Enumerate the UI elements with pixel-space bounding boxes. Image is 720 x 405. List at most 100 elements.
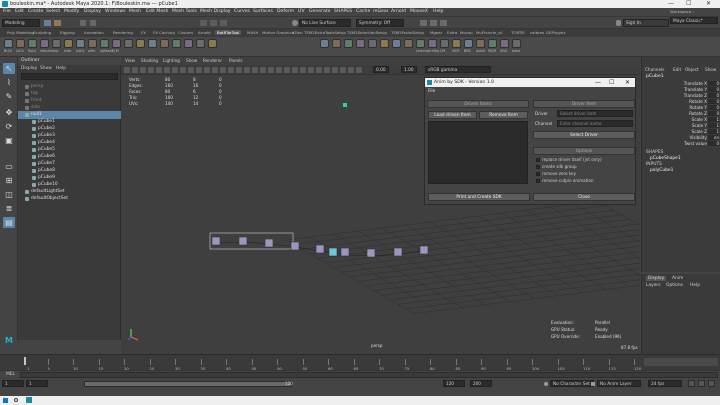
viewport-tool-icon[interactable] (308, 67, 314, 73)
print-and-create-sdk-button[interactable]: Print and Create SDK (428, 193, 530, 201)
dialog-close-button[interactable]: Close (533, 193, 635, 201)
viewport-tool-icon[interactable] (292, 67, 298, 73)
snap-curve-icon[interactable] (210, 20, 217, 26)
shelf-tool-icon[interactable] (4, 39, 13, 48)
shelf-tool-icon[interactable] (356, 39, 365, 48)
shelf-tab[interactable]: FX Caching (153, 30, 175, 35)
snap-point-icon[interactable] (220, 20, 227, 26)
character-set-dropdown[interactable]: No Character Set (550, 380, 594, 387)
shelf-tool-icon[interactable] (380, 39, 389, 48)
shelf-tool-icon[interactable] (512, 39, 521, 48)
channel-value[interactable]: 0 (708, 99, 719, 104)
layout-graph-icon[interactable]: ▤ (3, 217, 15, 228)
menu-mesh-tools[interactable]: Mesh Tools (172, 9, 197, 14)
viewport-tool-icon[interactable] (220, 67, 226, 73)
outliner-item[interactable]: defaultObjectSet (18, 195, 121, 203)
open-icon[interactable] (54, 20, 61, 26)
time-slider[interactable]: 5 10 15 20 25 30 35 40 45 50 55 60 65 70 75 80 85 90 95 100… (0, 354, 720, 371)
dialog-close-icon[interactable]: ✕ (625, 78, 630, 87)
mel-input[interactable] (20, 372, 718, 378)
save-icon[interactable] (44, 20, 51, 26)
shelf-tab[interactable]: Custom (178, 30, 193, 35)
shelf-tool-icon[interactable] (500, 39, 509, 48)
shelf-tab[interactable]: Extra (447, 30, 457, 35)
shelf-tab[interactable]: TSM2FacialSetup (391, 30, 424, 35)
shelf-tab[interactable]: TORTIE (511, 30, 525, 35)
menu-select[interactable]: Select (46, 9, 60, 14)
shelf-tab[interactable]: Rigging (60, 30, 75, 35)
shelf-tab[interactable]: Rendering (113, 30, 133, 35)
shelf-tab[interactable]: MASH (247, 30, 258, 35)
viewport-tool-icon[interactable] (236, 67, 242, 73)
viewport-tool-icon[interactable] (164, 67, 170, 73)
range-start2-field[interactable]: 1 (26, 380, 48, 387)
cb-tab-edit[interactable]: Edit (673, 67, 681, 72)
vp-menu-renderer[interactable]: Renderer (203, 58, 222, 63)
pcube-mesh[interactable] (340, 247, 350, 257)
pcube-mesh[interactable] (315, 244, 325, 254)
shelf-tool-icon[interactable] (452, 39, 461, 48)
option-remove-cutpin-checkbox[interactable]: remove cutpin animation (536, 178, 594, 183)
channel-value[interactable]: 0 (708, 81, 719, 86)
hypershade-icon[interactable] (440, 20, 447, 26)
menu-surfaces[interactable]: Surfaces (253, 9, 273, 14)
fps-dropdown[interactable]: 24 fps (648, 380, 682, 387)
layer-tab-anim[interactable]: Anim (672, 276, 683, 281)
lasso-tool-icon[interactable]: ⌇ (3, 77, 15, 88)
viewport-tool-icon[interactable] (356, 67, 362, 73)
shelf-tab[interactable]: calbres (530, 30, 544, 35)
ipr-icon[interactable] (430, 20, 437, 26)
viewport-tool-icon[interactable] (124, 67, 130, 73)
shelf-tool-icon[interactable] (148, 39, 157, 48)
live-surface-field[interactable]: No Live Surface (299, 19, 351, 27)
load-driven-item-button[interactable]: Load driven Item (428, 111, 477, 119)
close-button[interactable]: ✕ (706, 0, 711, 7)
shelf-tab[interactable]: Mocap (460, 30, 473, 35)
shelf-tool-icon[interactable] (368, 39, 377, 48)
shape-name[interactable]: pCubeShape1 (650, 156, 681, 161)
shelf-tool-icon[interactable] (428, 39, 437, 48)
vp-menu-show[interactable]: Show (186, 58, 197, 63)
cb-tab-object[interactable]: Object (685, 67, 699, 72)
shelf-tool-icon[interactable] (404, 39, 413, 48)
playback-controls[interactable] (644, 358, 718, 366)
shelf-tool-icon[interactable] (100, 39, 109, 48)
auto-key-icon[interactable] (688, 380, 695, 387)
shelf-tool-icon[interactable] (196, 39, 205, 48)
shelf-tool-icon[interactable] (64, 39, 73, 48)
layout-single-icon[interactable]: ▭ (3, 161, 15, 172)
channel-value[interactable]: 0 (708, 93, 719, 98)
gamma-field[interactable]: 1.00 (401, 66, 417, 73)
menuset-dropdown[interactable]: Modeling (2, 19, 40, 27)
shelf-tool-icon[interactable] (332, 39, 341, 48)
channel-field[interactable]: Enter channel name (557, 120, 633, 127)
pcube-mesh[interactable] (419, 245, 429, 255)
shelf-tool-icon[interactable] (88, 39, 97, 48)
menu-shapes[interactable]: SHAPES (334, 9, 352, 14)
shelf-tool-icon[interactable] (488, 39, 497, 48)
channel-value[interactable]: 0 (708, 141, 719, 146)
menu-file[interactable]: File (3, 9, 11, 14)
maximize-button[interactable]: ☐ (686, 0, 691, 7)
menu-deform[interactable]: Deform (277, 9, 294, 14)
range-max-field[interactable]: 200 (470, 380, 492, 387)
layer-menu-help[interactable]: Help (690, 283, 700, 288)
shelf-tool-icon[interactable] (184, 39, 193, 48)
driven-items-list[interactable] (428, 121, 528, 184)
shelf-tab[interactable]: Sculpting (33, 30, 51, 35)
move-tool-icon[interactable]: ✥ (3, 107, 15, 118)
shelf-tool-icon[interactable] (464, 39, 473, 48)
option-create-sdk-group-checkbox[interactable]: create sdk group (536, 164, 577, 169)
pcube-mesh[interactable] (264, 238, 274, 248)
current-frame-marker[interactable] (24, 357, 26, 365)
layout-two-icon[interactable]: ◫ (3, 189, 15, 200)
viewport-tool-icon[interactable] (140, 67, 146, 73)
viewport-tool-icon[interactable] (156, 67, 162, 73)
pcube-mesh[interactable] (328, 247, 338, 257)
shelf-tool-icon[interactable] (160, 39, 169, 48)
shelf-tab[interactable]: Poly Modeling (7, 30, 34, 35)
shelf-tool-icon[interactable] (344, 39, 353, 48)
layer-tab-display[interactable]: Display (646, 276, 667, 281)
taskbar-app-icon[interactable] (26, 397, 32, 403)
viewport-tool-icon[interactable] (316, 67, 322, 73)
